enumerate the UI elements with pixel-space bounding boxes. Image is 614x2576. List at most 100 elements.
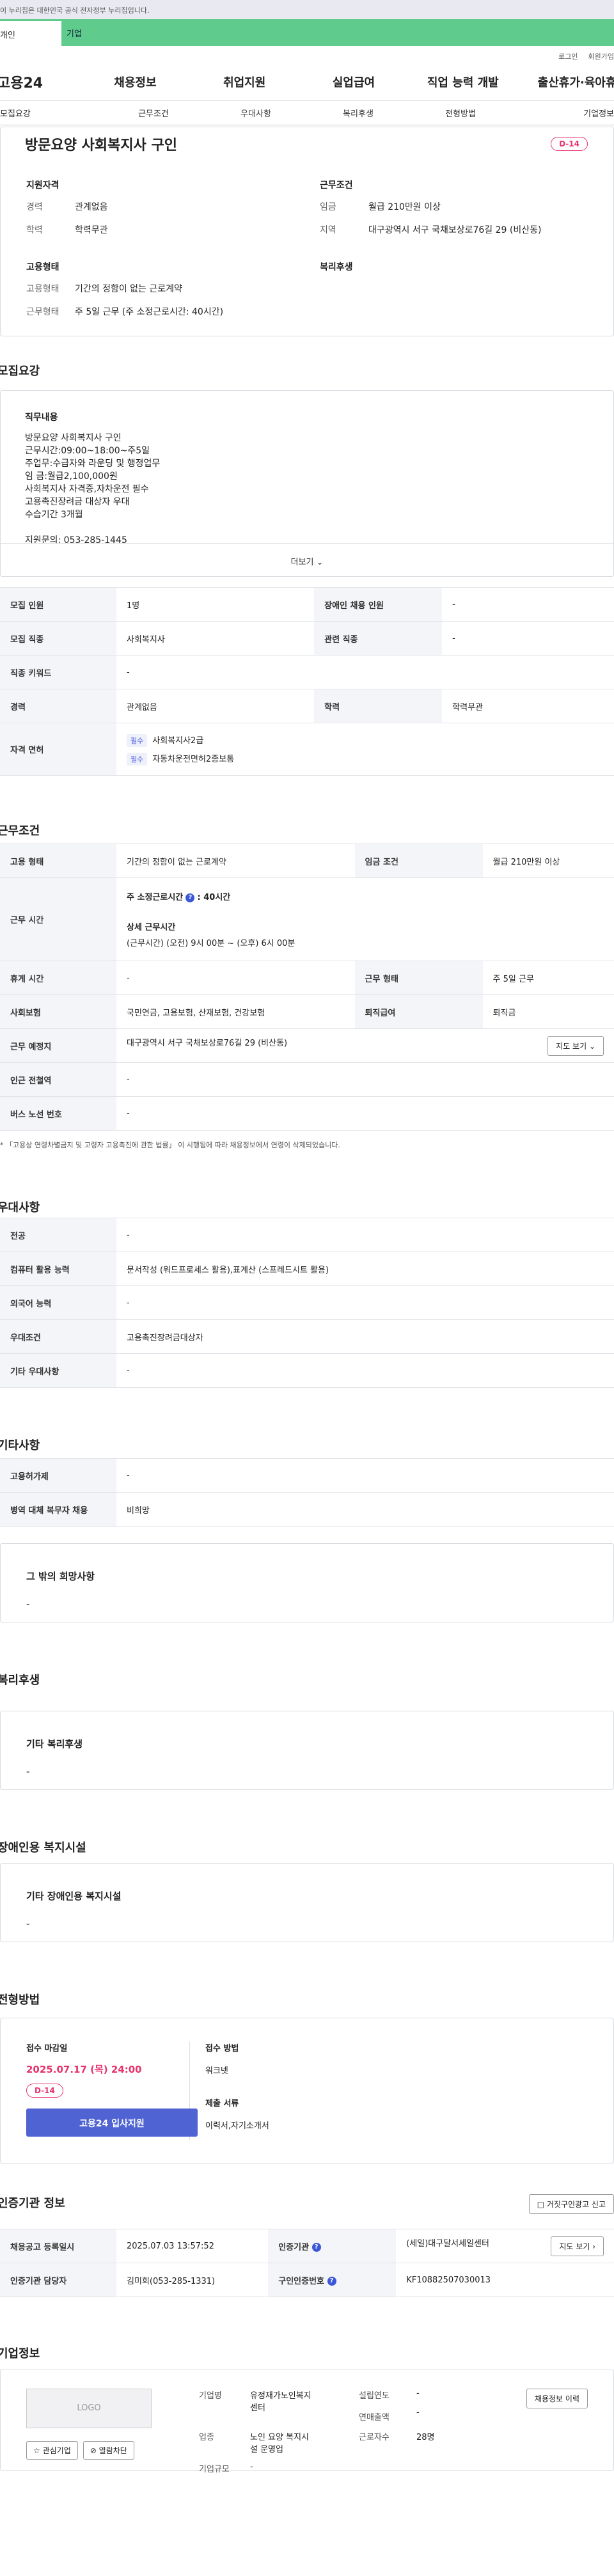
- value: -: [26, 1918, 30, 1929]
- label: 장애인 채용 인원: [314, 587, 443, 622]
- tab-apply[interactable]: 전형방법: [409, 107, 512, 119]
- label: 사회보험: [0, 994, 116, 1029]
- license: 자동차운전면허2종보통: [152, 754, 235, 764]
- section-title: 근무조건: [0, 824, 40, 838]
- nav-item-jobs[interactable]: 채용정보: [81, 74, 190, 90]
- license: 사회복지사2급: [152, 735, 204, 746]
- value-group: --: [416, 2389, 420, 2417]
- duty-line: 고용촉진장려금 대상자 우대: [25, 497, 130, 507]
- value: (세일)대구달서세일센터: [406, 2238, 489, 2249]
- org-cell: (세일)대구달서세일센터 지도 보기 ›: [396, 2229, 614, 2263]
- tab-company[interactable]: 기업: [61, 19, 614, 46]
- value: (근무시간) (오전) 9시 00분 ~ (오후) 6시 00분: [127, 939, 295, 948]
- value: 비희망: [116, 1492, 614, 1527]
- section-title: 기업정보: [0, 2347, 40, 2360]
- duty-line: 주업무:수급자와 라운딩 및 행정업무: [25, 459, 161, 469]
- label: 자격 면허: [0, 723, 116, 776]
- block-icon: ⊘: [90, 2446, 97, 2455]
- section-title: 인증기관 정보: [0, 2197, 65, 2210]
- value: 관계없음: [75, 202, 108, 212]
- label: 그 밖의 희망사항: [26, 1571, 95, 1582]
- section-tabs: 모집요강 근무조건 우대사항 복리후생 전형방법 기업정보: [0, 101, 614, 125]
- label: 상세 근무시간: [127, 923, 176, 932]
- duty-line: 임 금:월급2,100,000원: [25, 471, 118, 482]
- tab-personal[interactable]: 개인: [0, 19, 61, 46]
- agency-table: 채용공고 등록일시 2025.07.03 13:57:52 인증기관 ? (세일)대구…: [0, 2229, 614, 2297]
- label: 제출 서류: [205, 2099, 239, 2109]
- label: 우대조건: [0, 1319, 116, 1354]
- label: 기업규모: [199, 2465, 230, 2474]
- value: 문서작성 (워드프로세스 활용),표계산 (스프레드시트 활용): [116, 1252, 614, 1286]
- tab-welfare[interactable]: 복리후생: [307, 107, 409, 119]
- nav-item-leave[interactable]: 출산휴가·육아휴직: [517, 74, 614, 90]
- tab-company[interactable]: 기업정보: [512, 107, 614, 119]
- map-button[interactable]: 지도 보기 ⌄: [547, 1035, 604, 1056]
- disabled-card: 기타 장애인용 복지시설 -: [0, 1863, 614, 1942]
- label: 외국어 능력: [0, 1285, 116, 1320]
- section-title: 우대사항: [0, 1201, 40, 1214]
- label: 기타 우대사항: [0, 1353, 116, 1388]
- apply-button[interactable]: 고용24 입사지원: [26, 2109, 198, 2137]
- tab-work[interactable]: 근무조건: [102, 107, 205, 119]
- required-badge: 필수: [127, 734, 148, 747]
- more-button[interactable]: 더보기 ⌄: [1, 543, 613, 576]
- report-button[interactable]: □ 거짓구인광고 신고: [528, 2194, 614, 2214]
- login-link[interactable]: 로그인: [558, 52, 578, 61]
- label: 퇴직급여: [354, 994, 483, 1029]
- company-card: LOGO ☆ 관심기업 ⊘ 열람차단 기업명 유정재가노인복지 센터 설립연도 연매출…: [0, 2369, 614, 2474]
- join-link[interactable]: 회원가입: [588, 52, 614, 61]
- duty-heading: 직무내용: [25, 412, 58, 423]
- dday-badge: D-14: [26, 2084, 63, 2098]
- nav-item-unemployment-benefit[interactable]: 실업급여: [299, 74, 409, 90]
- value: 사회복지사: [116, 621, 315, 656]
- info-icon[interactable]: ?: [185, 893, 195, 902]
- nav-item-employment-support[interactable]: 취업지원: [190, 74, 299, 90]
- hiring-history-button[interactable]: 채용정보 이력: [526, 2389, 588, 2408]
- label: 병역 대체 복무자 채용: [0, 1492, 116, 1527]
- value: -: [26, 1598, 30, 1610]
- label: 임금: [320, 202, 336, 212]
- nav-item-skills[interactable]: 직업 능력 개발: [408, 74, 517, 90]
- value: 학력무관: [442, 689, 614, 723]
- value: : 40시간: [197, 893, 231, 902]
- value: 주 5일 근무 (주 소정근로시간: 40시간): [75, 307, 224, 317]
- value: 김미희(053-285-1331): [116, 2263, 269, 2297]
- info-icon[interactable]: ?: [327, 2277, 336, 2286]
- label: 인근 전철역: [0, 1062, 116, 1097]
- label: 직종 키워드: [0, 655, 116, 689]
- star-icon: ☆: [33, 2446, 40, 2455]
- label: 전공: [0, 1218, 116, 1252]
- license-list: 필수 사회복지사2급 필수 자동차운전면허2종보통: [116, 723, 614, 776]
- label: 근무 시간: [0, 877, 116, 961]
- section-title: 기타사항: [0, 1439, 40, 1452]
- label: 근무 예정지: [0, 1028, 116, 1063]
- info-icon[interactable]: ?: [311, 2243, 321, 2252]
- block-button[interactable]: ⊘ 열람차단: [83, 2441, 134, 2460]
- section-title: 모집요강: [0, 365, 40, 378]
- hope-card: 그 밖의 희망사항 -: [0, 1543, 614, 1622]
- welfare-card: 기타 복리후생 -: [0, 1711, 614, 1790]
- interest-button[interactable]: ☆ 관심기업: [26, 2441, 78, 2460]
- label: 인증기관 담당자: [0, 2263, 116, 2297]
- label: 관련 직종: [314, 621, 443, 656]
- label: 학력: [314, 689, 443, 723]
- tab-pref[interactable]: 우대사항: [205, 107, 307, 119]
- value: 관계없음: [116, 689, 315, 723]
- emp-heading: 고용형태: [26, 262, 59, 272]
- label: 모집 인원: [0, 587, 116, 622]
- company-logo: LOGO: [26, 2389, 152, 2428]
- site-logo[interactable]: 고용24: [0, 72, 81, 92]
- cond-heading: 근무조건: [320, 180, 353, 191]
- label: 구인인증번호 ?: [268, 2263, 397, 2297]
- value: 월급 210만원 이상: [482, 844, 614, 878]
- value: 월급 210만원 이상: [368, 202, 441, 212]
- value: -: [442, 587, 614, 622]
- label: 근로자수: [359, 2433, 390, 2442]
- required-badge: 필수: [127, 752, 148, 766]
- deadline-value: 2025.07.17 (목) 24:00: [26, 2064, 142, 2075]
- job-summary-card: 방문요양 사회복지사 구인 D-14 지원자격 경력 관계없음 학력 학력무관 근무…: [0, 127, 614, 336]
- value: 기간의 정함이 없는 근로계약: [75, 284, 182, 294]
- welfare-heading: 복리후생: [320, 262, 353, 272]
- tab-recruit[interactable]: 모집요강: [0, 107, 102, 119]
- map-button[interactable]: 지도 보기 ›: [551, 2236, 604, 2256]
